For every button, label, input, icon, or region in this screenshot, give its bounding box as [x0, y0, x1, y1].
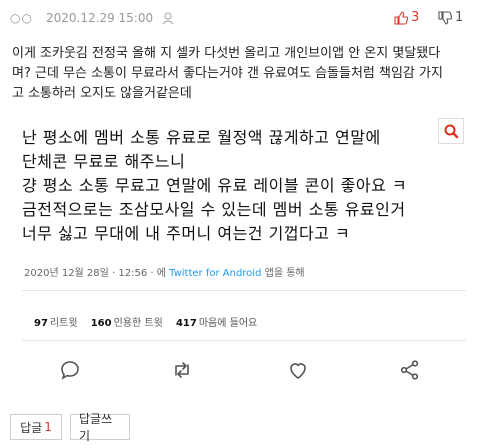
retweet-icon[interactable] — [170, 358, 194, 382]
tweet-source-link[interactable]: Twitter for Android — [169, 268, 261, 279]
reply-icon[interactable] — [58, 358, 82, 382]
tweet-actions — [22, 348, 466, 392]
tweet-date: 2020년 12월 28일 · 12:56 · 에 — [24, 268, 166, 279]
tweet-stats: 97 리트윗 160 인용한 트윗 417 마음에 들어요 — [34, 314, 257, 329]
quote-label[interactable]: 인용한 트윗 — [114, 318, 163, 329]
post-meta: ○○ 2020.12.29 15:00 3 1 — [10, 10, 472, 30]
user-icon — [162, 12, 174, 25]
post-line: 이게 조카웃김 전정국 올해 지 셀카 다섯번 올리고 개인브이앱 안 온지 몇… — [12, 46, 441, 61]
retweet-count: 97 — [34, 318, 48, 329]
post-line: 고 소통하러 오지도 않을거같은데 — [12, 86, 192, 101]
quote-count: 160 — [90, 318, 112, 329]
write-reply-button[interactable]: 답글쓰기 — [70, 412, 130, 443]
tweet-text: 난 평소에 멤버 소통 유료로 월정액 끊게하고 연말에 단체콘 무료로 해주느… — [22, 126, 442, 246]
tweet-embed: 난 평소에 멤버 소통 유료로 월정액 끊게하고 연말에 단체콘 무료로 해주느… — [14, 118, 466, 329]
post-date: 2020.12.29 15:00 — [46, 11, 154, 25]
reply-count: 1 — [44, 420, 52, 434]
upvote-count: 3 — [411, 10, 420, 25]
tweet-line: 단체콘 무료로 해주느니 — [22, 152, 186, 171]
like-count: 417 — [175, 318, 197, 329]
dots-icon: ○○ — [10, 11, 33, 25]
tweet-timestamp: 2020년 12월 28일 · 12:56 · 에 Twitter for An… — [24, 264, 305, 279]
retweet-label[interactable]: 리트윗 — [50, 318, 78, 329]
post-body: 이게 조카웃김 전정국 올해 지 셀카 다섯번 올리고 개인브이앱 안 온지 몇… — [12, 44, 472, 104]
like-label[interactable]: 마음에 들어요 — [199, 318, 257, 329]
thumbs-down-icon — [438, 10, 452, 25]
reply-count-button[interactable]: 답글 1 — [10, 414, 62, 440]
downvote-count: 1 — [455, 10, 464, 25]
write-reply-label: 답글쓰기 — [79, 412, 113, 443]
tweet-line: 난 평소에 멤버 소통 유료로 월정액 끊게하고 연말에 — [22, 128, 381, 147]
upvote-button[interactable]: 3 — [394, 10, 419, 25]
divider — [22, 340, 466, 341]
downvote-button[interactable]: 1 — [438, 10, 463, 25]
reply-label: 답글 — [20, 420, 43, 435]
thumbs-up-icon — [394, 10, 408, 25]
tweet-line: 너무 싫고 무대에 내 주머니 여는건 기껍다고 ㅋ — [22, 224, 351, 243]
tweet-line: 걍 평소 소통 무료고 연말에 유료 레이블 콘이 좋아요 ㅋ — [22, 176, 408, 195]
divider — [22, 290, 466, 291]
tweet-source-suffix: 앱을 통해 — [264, 268, 305, 279]
post-line: 며? 근데 무슨 소통이 무료라서 좋다는거야 갠 유료여도 슴돌들처럼 책임감… — [12, 66, 443, 81]
like-icon[interactable] — [286, 358, 310, 382]
share-icon[interactable] — [398, 358, 422, 382]
tweet-line: 금전적으로는 조삼모사일 수 있는데 멤버 소통 유료인거 — [22, 200, 406, 219]
